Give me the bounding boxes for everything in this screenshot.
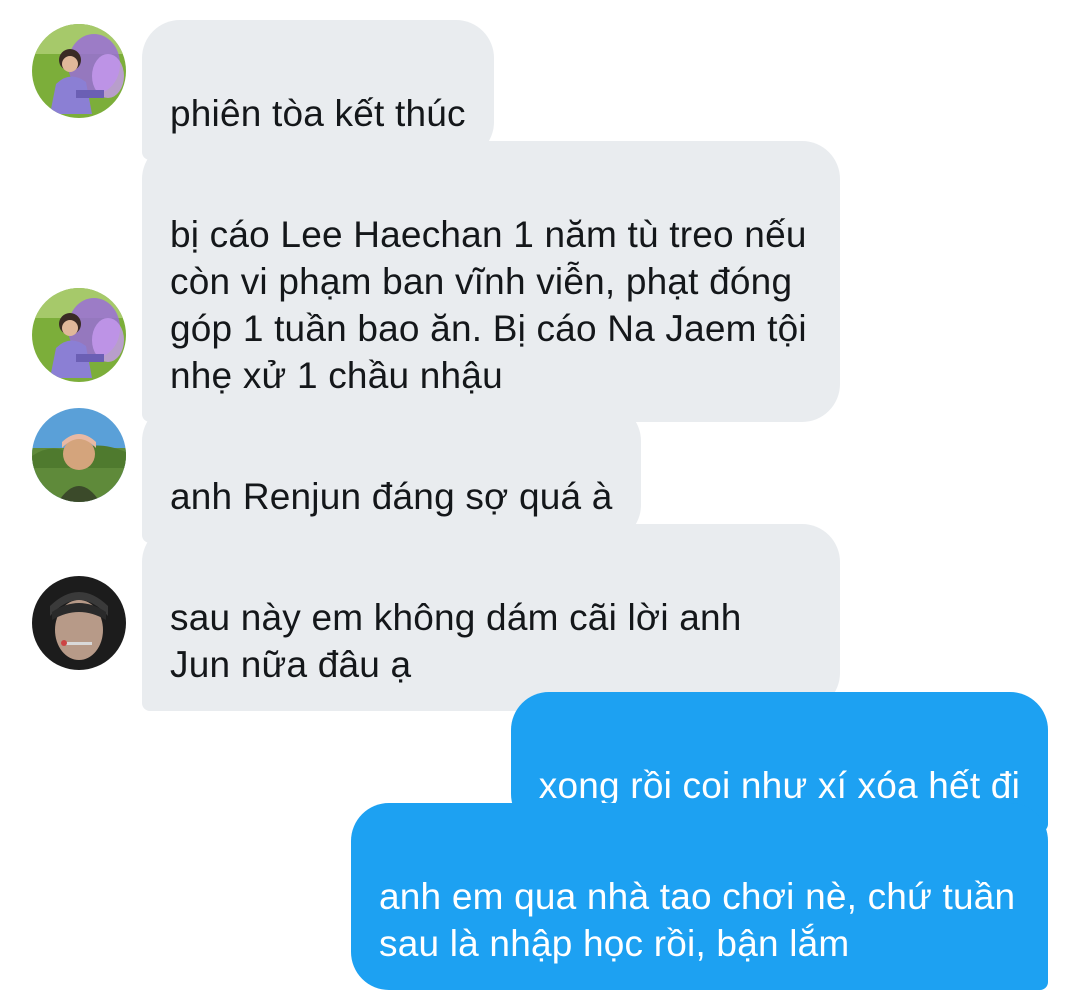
sender-avatar[interactable] [32, 408, 126, 502]
message-text: anh em qua nhà tao chơi nè, chứ tuần sau… [379, 876, 1016, 964]
message-text: phiên tòa kết thúc [170, 93, 466, 134]
message-thread: phiên tòa kết thúc bị cáo Lee Haechan 1 … [0, 0, 1080, 990]
message-bubble-incoming[interactable]: sau này em không dám cãi lời anh Jun nữa… [142, 524, 840, 711]
sender-avatar[interactable] [32, 288, 126, 382]
message-bubble-incoming[interactable]: phiên tòa kết thúc [142, 20, 494, 160]
message-bubble-incoming[interactable]: anh Renjun đáng sợ quá à [142, 403, 641, 543]
message-text: bị cáo Lee Haechan 1 năm tù treo nếu còn… [170, 214, 807, 396]
avatar-landscape-image [32, 408, 126, 502]
message-bubble-incoming[interactable]: bị cáo Lee Haechan 1 năm tù treo nếu còn… [142, 141, 840, 422]
avatar-portrait-dark-image [32, 576, 126, 670]
message-text: anh Renjun đáng sợ quá à [170, 476, 613, 517]
sender-avatar[interactable] [32, 24, 126, 118]
avatar-fairy-wings-image [32, 24, 126, 118]
message-bubble-outgoing[interactable]: anh em qua nhà tao chơi nè, chứ tuần sau… [351, 803, 1048, 990]
message-text: sau này em không dám cãi lời anh Jun nữa… [170, 597, 742, 685]
message-text: xong rồi coi như xí xóa hết đi [538, 765, 1020, 806]
avatar-fairy-wings-image [32, 288, 126, 382]
sender-avatar[interactable] [32, 576, 126, 670]
